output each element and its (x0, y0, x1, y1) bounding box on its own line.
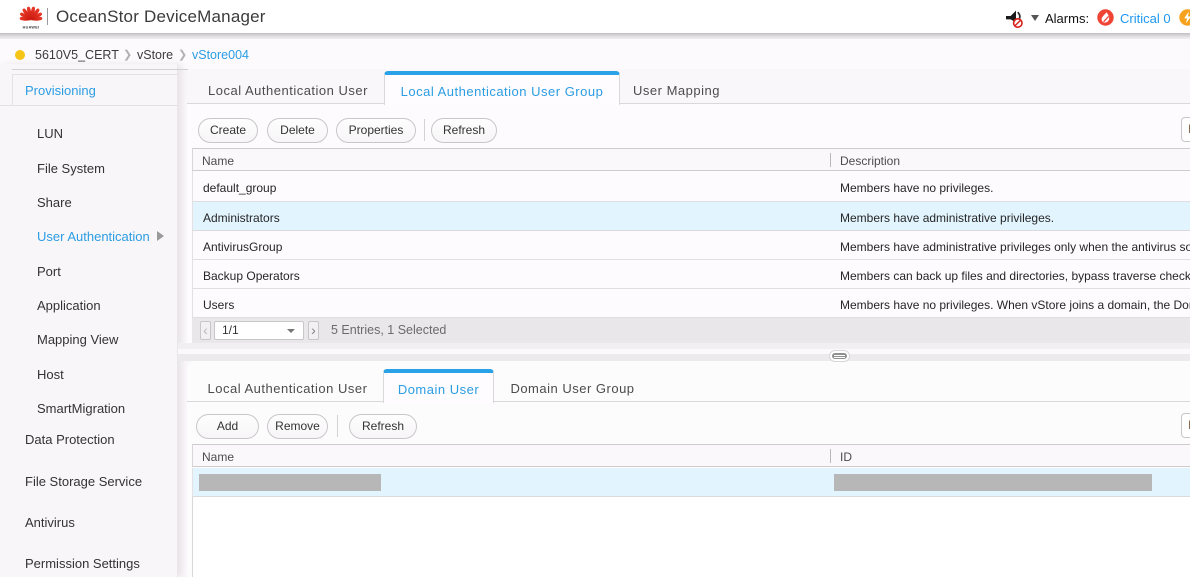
svg-text:HUAWEI: HUAWEI (23, 25, 40, 29)
